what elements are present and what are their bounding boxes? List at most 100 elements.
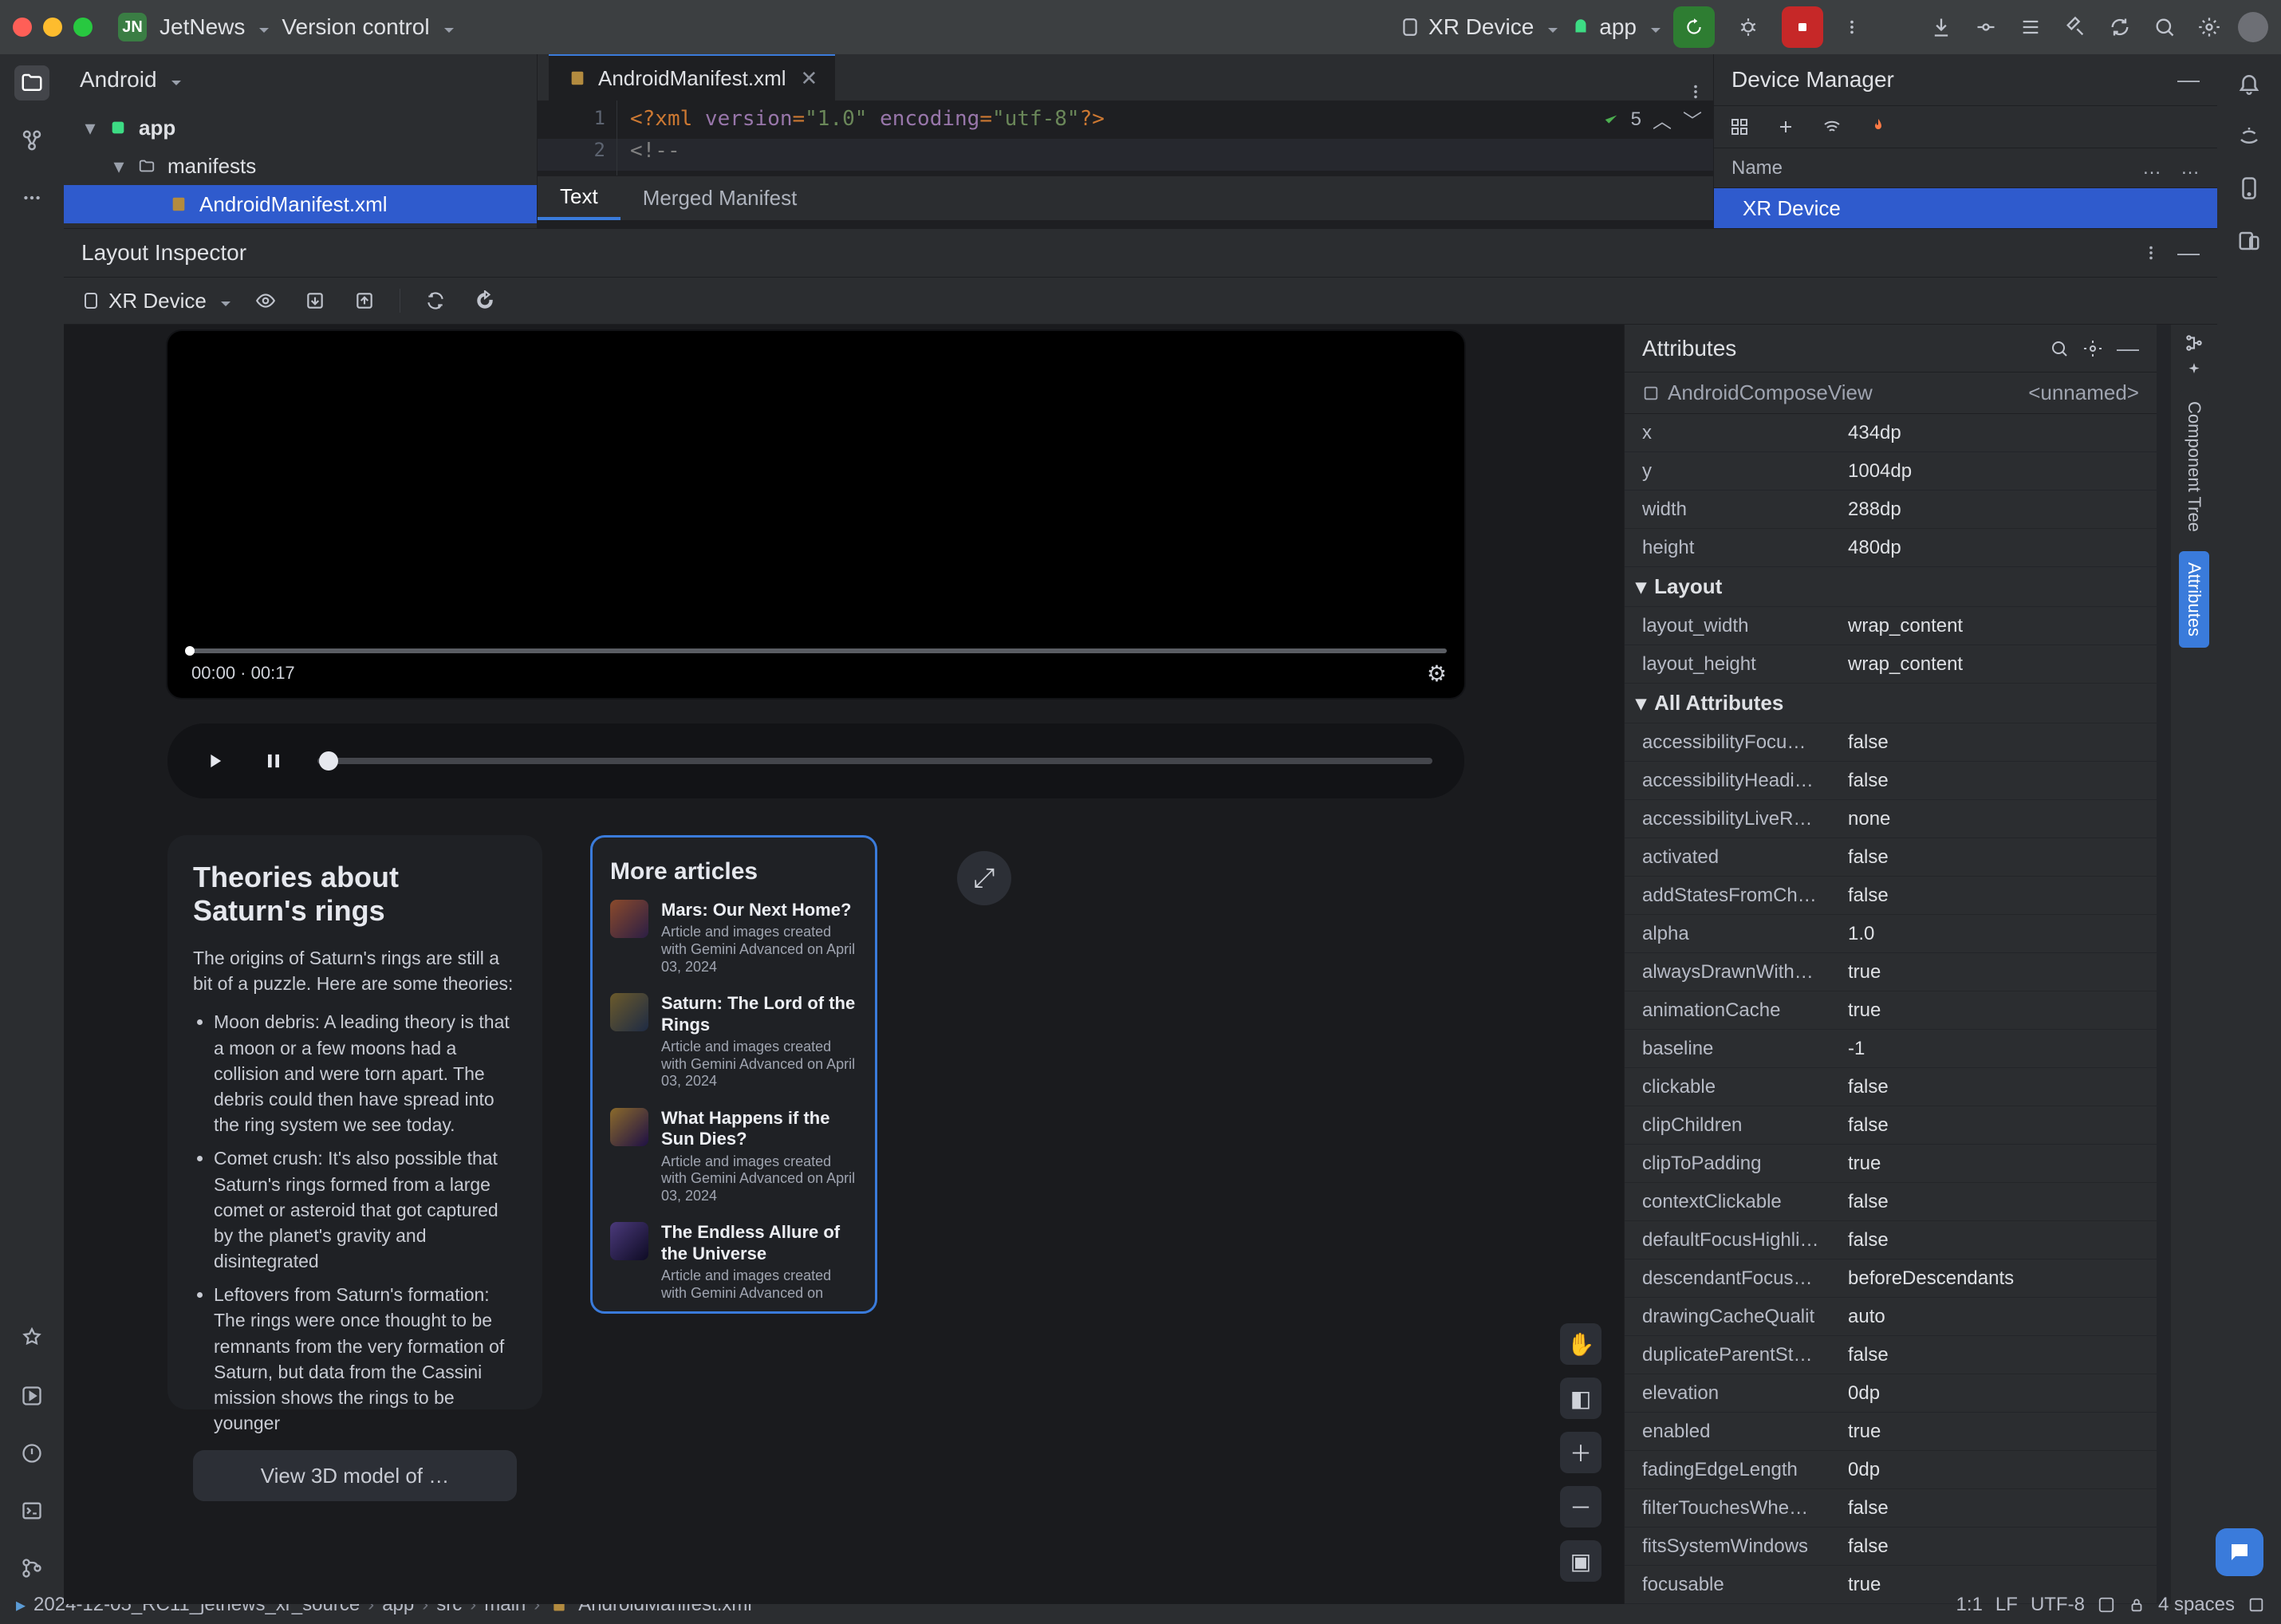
attributes-list[interactable]: x434dpy1004dpwidth288dpheight480dp▾Layou… <box>1625 414 2157 1604</box>
pause-icon[interactable] <box>258 746 289 776</box>
project-view-selector[interactable]: Android <box>64 54 537 105</box>
component-tree-side-tab[interactable]: Component Tree <box>2179 390 2209 543</box>
attribute-row[interactable]: clipChildrenfalse <box>1625 1106 2157 1145</box>
component-tree-tab-icon[interactable] <box>2184 333 2204 353</box>
device-manager-icon[interactable] <box>2232 223 2267 258</box>
window-minimize-button[interactable] <box>43 18 62 37</box>
attribute-row[interactable]: defaultFocusHighli…false <box>1625 1221 2157 1259</box>
collapse-arrow-icon[interactable]: ▾ <box>1636 574 1646 599</box>
add-device-icon[interactable] <box>1771 112 1800 141</box>
attribute-section[interactable]: ▾Layout <box>1625 567 2157 607</box>
sparkle-icon[interactable] <box>2184 361 2204 382</box>
gradle-icon[interactable] <box>2232 118 2267 153</box>
attribute-row[interactable]: accessibilityFocu…false <box>1625 723 2157 762</box>
terminal-tool-icon[interactable] <box>14 1493 49 1528</box>
git-commit-icon[interactable] <box>1970 11 2002 43</box>
window-close-button[interactable] <box>13 18 32 37</box>
window-maximize-button[interactable] <box>73 18 93 37</box>
attribute-row[interactable]: animationCachetrue <box>1625 991 2157 1030</box>
attribute-row[interactable]: enabledtrue <box>1625 1413 2157 1451</box>
collapse-arrow-icon[interactable]: ▾ <box>83 116 97 140</box>
close-tab-icon[interactable]: ✕ <box>801 66 818 91</box>
attribute-row[interactable]: baseline-1 <box>1625 1030 2157 1068</box>
attribute-row[interactable]: alwaysDrawnWith…true <box>1625 953 2157 991</box>
git-update-icon[interactable] <box>1925 11 1957 43</box>
inspection-status-icon[interactable] <box>2098 1596 2115 1614</box>
attribute-section[interactable]: ▾All Attributes <box>1625 684 2157 723</box>
rotate-icon[interactable]: ◧ <box>1560 1378 1601 1419</box>
attribute-row[interactable]: activatedfalse <box>1625 838 2157 877</box>
settings-icon[interactable] <box>2083 339 2102 358</box>
run-config-selector[interactable]: app <box>1570 14 1661 40</box>
refresh-icon[interactable] <box>471 286 499 315</box>
attribute-row[interactable]: filterTouchesWhe…false <box>1625 1489 2157 1527</box>
play-icon[interactable] <box>199 746 230 776</box>
zoom-fit-icon[interactable]: ▣ <box>1560 1540 1601 1582</box>
search-icon[interactable] <box>2050 339 2069 358</box>
run-target-selector[interactable]: XR Device <box>1400 14 1558 40</box>
notifications-icon[interactable] <box>2232 65 2267 101</box>
project-tool-icon[interactable] <box>14 65 49 101</box>
more-article-row[interactable]: Saturn: The Lord of the RingsArticle and… <box>610 993 857 1090</box>
run-button[interactable] <box>1673 6 1715 48</box>
more-article-row[interactable]: Mars: Our Next Home?Article and images c… <box>610 900 857 976</box>
wifi-icon[interactable] <box>1818 112 1846 141</box>
attribute-row[interactable]: y1004dp <box>1625 452 2157 491</box>
chevron-up-icon[interactable]: ︿ <box>1653 105 1672 133</box>
run-tool-icon[interactable] <box>14 1378 49 1413</box>
video-progress-bar[interactable] <box>185 648 1447 653</box>
attribute-row[interactable]: fadingEdgeLength0dp <box>1625 1451 2157 1489</box>
attribute-row[interactable]: accessibilityLiveR…none <box>1625 800 2157 838</box>
indent-setting[interactable]: 4 spaces <box>2158 1594 2235 1616</box>
search-icon[interactable] <box>2149 11 2181 43</box>
zoom-in-icon[interactable]: ＋ <box>1560 1432 1601 1473</box>
attribute-row[interactable]: drawingCacheQualitauto <box>1625 1298 2157 1336</box>
bookmarks-tool-icon[interactable] <box>14 1321 49 1356</box>
zoom-out-icon[interactable]: － <box>1560 1486 1601 1527</box>
snapshot-export-icon[interactable] <box>301 286 329 315</box>
snapshot-import-icon[interactable] <box>350 286 379 315</box>
collapse-arrow-icon[interactable]: ▾ <box>1636 691 1646 715</box>
more-tool-icon[interactable] <box>14 180 49 215</box>
vcs-menu[interactable]: Version control <box>282 14 453 40</box>
collapse-arrow-icon[interactable]: ▾ <box>112 154 126 179</box>
settings-icon[interactable] <box>2193 11 2225 43</box>
git-push-icon[interactable] <box>2015 11 2047 43</box>
attribute-row[interactable]: x434dp <box>1625 414 2157 452</box>
tree-node-manifests[interactable]: ▾ manifests <box>64 147 537 185</box>
readonly-icon[interactable] <box>2128 1596 2145 1614</box>
tree-node-manifest-file[interactable]: AndroidManifest.xml <box>64 185 537 223</box>
attribute-row[interactable]: fitsSystemWindowsfalse <box>1625 1527 2157 1566</box>
minimize-panel-icon[interactable]: — <box>2177 67 2200 93</box>
subtab-merged-manifest[interactable]: Merged Manifest <box>620 175 820 220</box>
more-actions-icon[interactable] <box>1836 11 1868 43</box>
attributes-side-tab[interactable]: Attributes <box>2179 551 2209 648</box>
attribute-row[interactable]: accessibilityHeadi…false <box>1625 762 2157 800</box>
editor-tabs-more-icon[interactable] <box>1678 83 1713 101</box>
attribute-row[interactable]: width288dp <box>1625 491 2157 529</box>
assistant-fab[interactable] <box>2216 1528 2263 1576</box>
editor-body[interactable]: <?xml version="1.0" encoding="utf-8"?> <… <box>617 101 1713 175</box>
problems-tool-icon[interactable] <box>14 1436 49 1471</box>
minimize-panel-icon[interactable]: — <box>2177 240 2200 266</box>
minimize-panel-icon[interactable]: — <box>2117 336 2139 361</box>
slider-knob[interactable] <box>319 751 338 771</box>
status-more-icon[interactable] <box>2248 1596 2265 1614</box>
subtab-text[interactable]: Text <box>538 175 620 220</box>
attribute-row[interactable]: addStatesFromCh…false <box>1625 877 2157 915</box>
attribute-row[interactable]: clickablefalse <box>1625 1068 2157 1106</box>
debug-button[interactable] <box>1727 6 1769 48</box>
attribute-row[interactable]: contextClickablefalse <box>1625 1183 2157 1221</box>
attribute-row[interactable]: height480dp <box>1625 529 2157 567</box>
line-separator[interactable]: LF <box>1995 1594 2018 1616</box>
structure-tool-icon[interactable] <box>14 123 49 158</box>
attribute-row[interactable]: descendantFocus…beforeDescendants <box>1625 1259 2157 1298</box>
file-encoding[interactable]: UTF-8 <box>2031 1594 2085 1616</box>
tree-node-app[interactable]: ▾ app <box>64 108 537 147</box>
stop-button[interactable] <box>1782 6 1823 48</box>
attribute-row[interactable]: layout_widthwrap_content <box>1625 607 2157 645</box>
editor-inspection-widget[interactable]: 5 ︿ ﹀ <box>1602 105 1702 133</box>
attribute-row[interactable]: elevation0dp <box>1625 1374 2157 1413</box>
more-article-row[interactable]: The Endless Allure of the UniverseArticl… <box>610 1222 857 1302</box>
article-cta-button[interactable]: View 3D model of … <box>193 1450 517 1501</box>
